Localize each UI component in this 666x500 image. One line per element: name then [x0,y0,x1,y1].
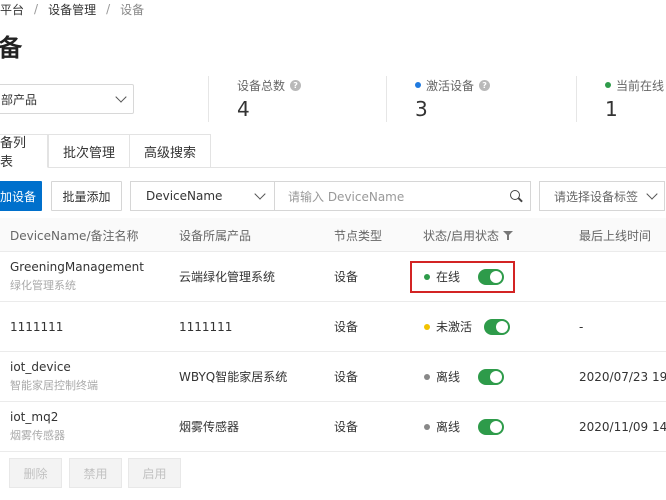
device-last-online: 2020/07/23 19:47: [579,369,666,384]
product-select-value: 部产品 [1,92,38,107]
breadcrumb: 平台 / 设备管理 / 设备 [0,0,144,18]
enable-toggle[interactable] [478,368,505,385]
search-icon[interactable] [510,190,522,202]
stat-activated-label: 激活设备 [426,78,475,93]
device-node-type: 设备 [334,370,359,384]
stat-total-devices: 设备总数 ? 4 [208,76,302,122]
table-row: iot_mq2 烟雾传感器 烟雾传感器 设备 离线 2020/11/09 14:… [0,402,666,452]
column-header-status-label: 状态/启用状态 [423,228,500,243]
device-product: 烟雾传感器 [179,420,240,434]
page-title: 备 [0,34,22,62]
device-remark: 绿化管理系统 [10,279,76,292]
batch-add-button[interactable]: 批量添加 [51,181,122,211]
help-icon[interactable]: ? [479,79,491,91]
device-product: 1111111 [179,319,233,334]
device-tag-select[interactable]: 请选择设备标签 [539,181,665,211]
device-product: WBYQ智能家居系统 [179,370,288,384]
device-tag-placeholder: 请选择设备标签 [554,189,639,204]
activated-dot-icon [415,82,421,88]
breadcrumb-item-device-management[interactable]: 设备管理 [48,1,96,18]
disable-button[interactable]: 禁用 [69,458,122,488]
stat-online-label: 当前在线 [616,78,665,93]
search-input[interactable]: 请输入 DeviceName [275,181,531,211]
breadcrumb-item-platform[interactable]: 平台 [0,1,24,18]
chevron-down-icon [115,91,127,103]
device-status: 离线 [436,420,461,434]
stat-total-label: 设备总数 [237,78,286,93]
device-product: 云端绿化管理系统 [179,270,276,284]
highlight-box [410,261,515,293]
stat-online-devices: 当前在线 ? 1 [576,76,666,122]
device-remark: 烟雾传感器 [10,429,65,442]
tab-device-list[interactable]: 备列表 [0,134,48,170]
breadcrumb-separator: / [34,2,39,16]
status-dot-icon [424,423,430,430]
table-row: 1111111 1111111 设备 未激活 - [0,302,666,352]
table-row: iot_device 智能家居控制终端 WBYQ智能家居系统 设备 离线 202… [0,352,666,402]
device-name-link[interactable]: GreeningManagement [10,260,144,274]
column-header-product: 设备所属产品 [179,228,252,243]
enable-toggle[interactable] [484,318,511,335]
device-node-type: 设备 [334,320,359,334]
device-name-link[interactable]: iot_device [10,360,98,374]
add-device-button[interactable]: 加设备 [0,181,42,211]
stat-total-value: 4 [237,97,250,121]
help-icon[interactable]: ? [290,79,302,91]
stat-activated-devices: 激活设备 ? 3 [386,76,491,122]
device-node-type: 设备 [334,270,359,284]
enable-button[interactable]: 启用 [128,458,181,488]
status-dot-icon [424,323,430,330]
stat-online-value: 1 [605,97,618,121]
delete-button[interactable]: 删除 [9,458,62,488]
breadcrumb-item-device: 设备 [120,2,145,17]
search-field-select[interactable]: DeviceName [130,181,275,211]
breadcrumb-separator: / [106,2,111,16]
stat-activated-value: 3 [415,97,428,121]
tab-advanced-search[interactable]: 高级搜索 [130,134,212,168]
tab-bar: 备列表 批次管理 高级搜索 [0,134,212,170]
product-select[interactable]: 部产品 [0,84,134,114]
column-header-devicename: DeviceName/备注名称 [10,228,139,243]
table-header: DeviceName/备注名称 设备所属产品 节点类型 状态/启用状态 最后上线… [0,218,666,252]
column-header-status: 状态/启用状态 [423,218,514,252]
device-last-online: 2020/11/09 14:29: [579,419,666,434]
device-status: 未激活 [436,320,473,334]
enable-toggle[interactable] [478,418,505,435]
search-placeholder: 请输入 DeviceName [288,189,405,204]
chevron-down-icon [646,188,658,200]
device-name-link[interactable]: 1111111 [10,320,63,334]
search-field-value: DeviceName [146,189,223,203]
column-header-last-online: 最后上线时间 [579,228,652,243]
chevron-down-icon [254,188,266,200]
status-dot-icon [424,373,430,380]
device-node-type: 设备 [334,420,359,434]
device-name-link[interactable]: iot_mq2 [10,410,65,424]
device-remark: 智能家居控制终端 [10,379,98,392]
online-dot-icon [605,82,611,88]
filter-icon[interactable] [503,230,514,240]
column-header-node-type: 节点类型 [334,228,383,243]
table-row: GreeningManagement 绿化管理系统 云端绿化管理系统 设备 在线 [0,252,666,302]
tab-batch-management[interactable]: 批次管理 [48,134,131,168]
device-last-online: - [579,319,584,334]
device-status: 离线 [436,370,461,384]
